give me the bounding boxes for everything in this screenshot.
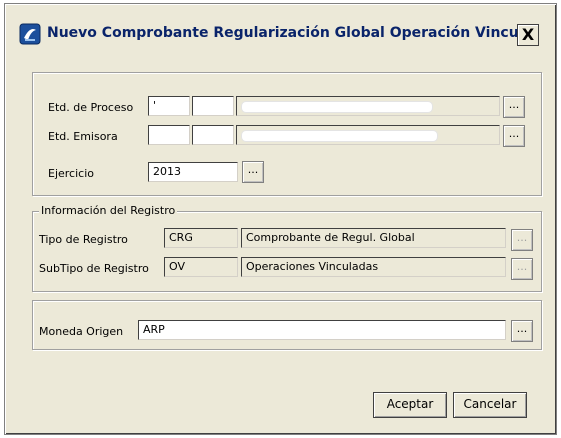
etd-proceso-description-field: [236, 96, 500, 116]
etd-proceso-code1-field[interactable]: ': [148, 96, 190, 116]
etd-emisora-label: Etd. Emisora: [48, 130, 118, 143]
dialog-window: Nuevo Comprobante Regularización Global …: [4, 3, 557, 435]
subtipo-registro-code-field: OV: [164, 257, 238, 277]
subtipo-registro-label: SubTipo de Registro: [39, 262, 149, 275]
etd-emisora-description-field: [236, 125, 500, 145]
window-title: Nuevo Comprobante Regularización Global …: [47, 25, 517, 41]
tipo-registro-description-field: Comprobante de Regul. Global: [241, 228, 506, 248]
etd-proceso-lookup-button[interactable]: ...: [503, 96, 525, 118]
etd-emisora-code1-field[interactable]: [148, 125, 190, 145]
subtipo-registro-lookup-button: ...: [511, 258, 533, 280]
moneda-origen-field[interactable]: ARP: [138, 320, 506, 340]
etd-proceso-label: Etd. de Proceso: [48, 101, 134, 114]
etd-emisora-code2-field[interactable]: [192, 125, 234, 145]
etd-proceso-code2-field[interactable]: [192, 96, 234, 116]
ejercicio-lookup-button[interactable]: ...: [242, 161, 264, 183]
redacted-text: [241, 130, 438, 142]
title-bar: Nuevo Comprobante Regularización Global …: [19, 20, 539, 50]
tipo-registro-code-field: CRG: [164, 228, 238, 248]
tipo-registro-lookup-button: ...: [511, 229, 533, 251]
ejercicio-field[interactable]: 2013: [148, 162, 238, 182]
subtipo-registro-description-field: Operaciones Vinculadas: [241, 257, 506, 277]
ejercicio-label: Ejercicio: [48, 167, 94, 180]
moneda-origen-lookup-button[interactable]: ...: [511, 320, 533, 342]
registro-group: Información del Registro: [32, 204, 542, 292]
app-icon: [19, 23, 41, 45]
moneda-origen-label: Moneda Origen: [39, 325, 124, 338]
redacted-text: [241, 101, 433, 113]
close-button[interactable]: X: [517, 24, 539, 46]
cancel-button[interactable]: Cancelar: [453, 392, 527, 418]
accept-button[interactable]: Aceptar: [373, 392, 447, 418]
close-icon: X: [521, 25, 535, 44]
etd-emisora-lookup-button[interactable]: ...: [503, 125, 525, 147]
tipo-registro-label: Tipo de Registro: [39, 233, 128, 246]
registro-group-legend: Información del Registro: [39, 204, 178, 217]
